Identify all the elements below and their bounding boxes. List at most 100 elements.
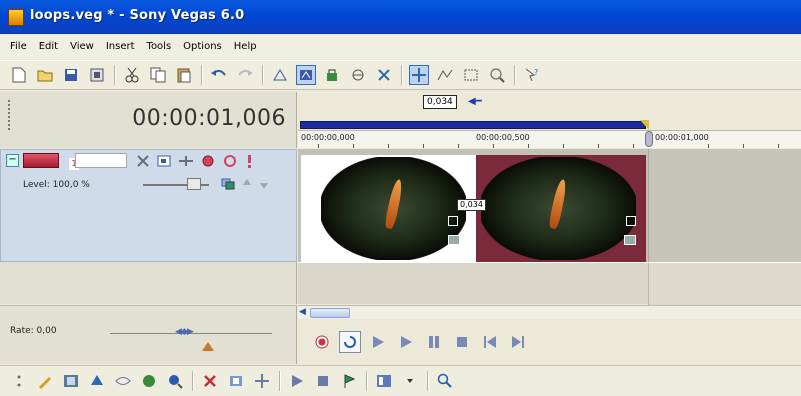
panel-grip[interactable] bbox=[8, 100, 11, 130]
menu-insert[interactable]: Insert bbox=[100, 35, 141, 59]
record-icon[interactable] bbox=[311, 331, 333, 353]
track-name-field[interactable] bbox=[75, 153, 127, 168]
mute-track-icon[interactable] bbox=[222, 153, 238, 169]
go-to-start-icon[interactable] bbox=[479, 331, 501, 353]
toolbar-separator bbox=[401, 65, 402, 85]
properties-icon[interactable] bbox=[87, 65, 107, 85]
film-icon[interactable] bbox=[61, 371, 81, 391]
loop-playback-icon[interactable] bbox=[339, 331, 361, 353]
ruler-tick bbox=[493, 144, 494, 148]
video-fx-icon[interactable] bbox=[139, 371, 159, 391]
menu-file[interactable]: File bbox=[4, 35, 33, 59]
menu-help[interactable]: Help bbox=[228, 35, 263, 59]
stop-icon[interactable] bbox=[451, 331, 473, 353]
event-fx-icon[interactable] bbox=[624, 235, 636, 245]
ruler-tick bbox=[353, 144, 354, 148]
transitions-icon[interactable] bbox=[113, 371, 133, 391]
ruler-tick bbox=[633, 144, 634, 148]
timeline-ruler-area: 0,034 ◀━ 00:00:00,000 00:00:00,500 00:00… bbox=[298, 92, 801, 148]
track-level-slider-thumb[interactable] bbox=[187, 178, 201, 190]
save-icon[interactable] bbox=[61, 65, 81, 85]
empty-lane-region[interactable] bbox=[648, 149, 801, 262]
preview-play-icon[interactable] bbox=[287, 371, 307, 391]
preview-stop-icon[interactable] bbox=[313, 371, 333, 391]
track-minimize-icon[interactable]: − bbox=[6, 154, 19, 167]
ruler-tick bbox=[778, 144, 779, 148]
parent-compositing-icon[interactable] bbox=[178, 153, 194, 169]
view-mode-icon[interactable] bbox=[374, 371, 394, 391]
track-fx-icon[interactable] bbox=[200, 153, 216, 169]
zoom-tool-icon[interactable] bbox=[487, 65, 507, 85]
rate-slider-thumb[interactable]: ◀◆▶ bbox=[175, 327, 211, 337]
scroll-left-icon[interactable]: ◀ bbox=[299, 307, 306, 317]
video-track-icon[interactable]: 1 bbox=[23, 153, 79, 170]
time-ruler[interactable]: 00:00:00,000 00:00:00,500 00:00:01,000 bbox=[298, 130, 801, 148]
video-track-header: − 1 Level: 100,0 % bbox=[0, 149, 297, 262]
ruler-tick bbox=[388, 144, 389, 148]
compositing-mode-icon[interactable] bbox=[135, 153, 151, 169]
solo-track-icon[interactable] bbox=[241, 153, 257, 169]
scrollbar-thumb[interactable] bbox=[310, 308, 350, 318]
event-thumbnail bbox=[481, 157, 636, 260]
ignore-grouping-icon[interactable] bbox=[348, 65, 368, 85]
video-event-1[interactable] bbox=[301, 155, 476, 262]
menu-view[interactable]: View bbox=[64, 35, 100, 59]
go-to-end-icon[interactable] bbox=[507, 331, 529, 353]
copy-icon[interactable] bbox=[148, 65, 168, 85]
event-fx-icon[interactable] bbox=[448, 235, 460, 245]
track-list-empty-area bbox=[0, 262, 297, 304]
play-from-start-icon[interactable] bbox=[367, 331, 389, 353]
move-down-icon[interactable] bbox=[256, 176, 272, 192]
cut-icon[interactable] bbox=[122, 65, 142, 85]
ruler-tick bbox=[318, 144, 319, 148]
generated-media-icon[interactable] bbox=[35, 371, 55, 391]
ruler-label: 00:00:00,500 bbox=[476, 133, 530, 142]
selection-tool-icon[interactable] bbox=[461, 65, 481, 85]
search-icon[interactable] bbox=[435, 371, 455, 391]
move-up-icon[interactable] bbox=[239, 176, 255, 192]
timeline-horizontal-scrollbar[interactable]: ◀ bbox=[298, 305, 801, 319]
split-icon[interactable] bbox=[252, 371, 272, 391]
whats-this-help-icon[interactable]: ? bbox=[522, 65, 542, 85]
normal-edit-tool-icon[interactable] bbox=[409, 65, 429, 85]
redo-icon[interactable] bbox=[235, 65, 255, 85]
track-level-label: Level: 100,0 % bbox=[23, 180, 90, 190]
vegas-app-icon[interactable] bbox=[8, 9, 24, 26]
main-toolbar: ? bbox=[0, 60, 801, 90]
event-pan-crop-icon[interactable] bbox=[626, 216, 636, 226]
trim-icon[interactable] bbox=[226, 371, 246, 391]
insert-marker-icon[interactable] bbox=[339, 371, 359, 391]
paste-icon[interactable] bbox=[174, 65, 194, 85]
auto-ripple-icon[interactable] bbox=[296, 65, 316, 85]
menu-tools[interactable]: Tools bbox=[141, 35, 178, 59]
flame-shape bbox=[383, 178, 405, 230]
dropdown-arrow-icon[interactable] bbox=[400, 371, 420, 391]
make-compositing-child-icon[interactable] bbox=[220, 176, 236, 192]
timeline-empty-area[interactable] bbox=[298, 262, 801, 305]
undo-icon[interactable] bbox=[209, 65, 229, 85]
timeline-empty-area-after-loop[interactable] bbox=[648, 263, 801, 305]
open-folder-icon[interactable] bbox=[35, 65, 55, 85]
delete-icon[interactable] bbox=[200, 371, 220, 391]
edit-tool-icon[interactable] bbox=[374, 65, 394, 85]
zoom-icon[interactable] bbox=[165, 371, 185, 391]
play-icon[interactable] bbox=[395, 331, 417, 353]
current-time-display[interactable]: 00:00:01,006 bbox=[132, 106, 286, 131]
track-motion-icon[interactable] bbox=[156, 153, 172, 169]
video-track-lane[interactable]: 0,034 bbox=[298, 149, 801, 262]
new-file-icon[interactable] bbox=[9, 65, 29, 85]
media-fx-icon[interactable] bbox=[87, 371, 107, 391]
loop-region-bar[interactable] bbox=[300, 121, 646, 129]
enable-snapping-icon[interactable] bbox=[270, 65, 290, 85]
event-pan-crop-icon[interactable] bbox=[448, 216, 458, 226]
cursor-position-label: 0,034 bbox=[423, 95, 457, 109]
menu-options[interactable]: Options bbox=[177, 35, 228, 59]
playhead-handle[interactable] bbox=[645, 131, 653, 147]
video-event-2[interactable] bbox=[476, 155, 646, 262]
envelope-tool-icon[interactable] bbox=[435, 65, 455, 85]
svg-text:?: ? bbox=[534, 68, 538, 77]
toolbar-grip-icon[interactable] bbox=[9, 371, 29, 391]
menu-edit[interactable]: Edit bbox=[33, 35, 64, 59]
pause-icon[interactable] bbox=[423, 331, 445, 353]
lock-envelopes-icon[interactable] bbox=[322, 65, 342, 85]
